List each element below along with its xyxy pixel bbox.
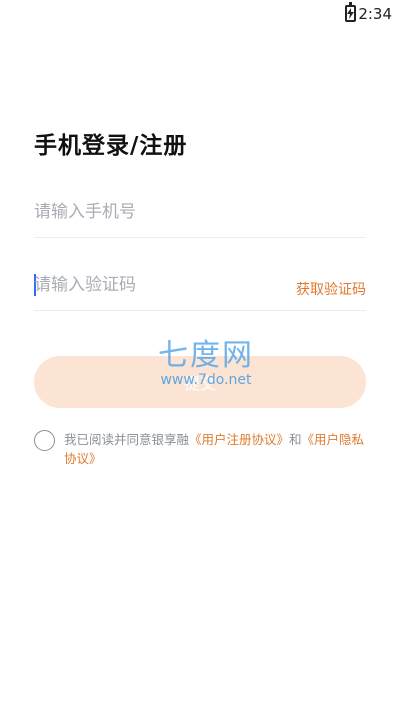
get-code-button[interactable]: 获取验证码 bbox=[296, 279, 366, 299]
verification-code-input[interactable] bbox=[34, 275, 284, 295]
agree-checkbox[interactable] bbox=[34, 430, 55, 451]
battery-charging-icon bbox=[345, 2, 356, 22]
submit-button[interactable]: 提交 bbox=[34, 356, 366, 408]
page-title: 手机登录/注册 bbox=[34, 133, 188, 159]
agreement-text: 我已阅读并同意银享融《用户注册协议》和《用户隐私协议》 bbox=[64, 430, 368, 468]
code-field[interactable]: 获取验证码 bbox=[34, 271, 366, 311]
user-agreement-link[interactable]: 《用户注册协议》 bbox=[189, 432, 289, 447]
phone-input[interactable] bbox=[34, 202, 284, 222]
status-time: 2:34 bbox=[358, 5, 392, 23]
status-bar: 2:34 bbox=[0, 0, 400, 28]
agreement-prefix: 我已阅读并同意银享融 bbox=[64, 432, 190, 447]
agreement-conjunction: 和 bbox=[289, 432, 302, 447]
phone-field[interactable] bbox=[34, 198, 366, 238]
